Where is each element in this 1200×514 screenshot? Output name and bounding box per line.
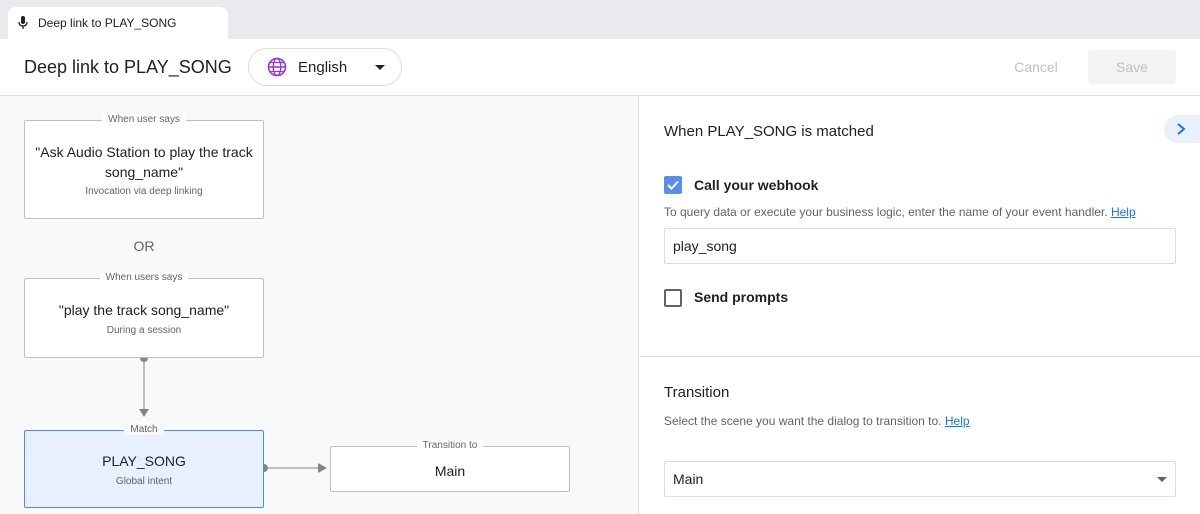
transition-node[interactable]: Transition to Main bbox=[330, 440, 570, 492]
trigger-node-session[interactable]: When users says "play the track song_nam… bbox=[24, 272, 264, 358]
cancel-button[interactable]: Cancel bbox=[996, 50, 1076, 84]
save-button[interactable]: Save bbox=[1088, 50, 1176, 84]
node-subtext: Invocation via deep linking bbox=[85, 186, 203, 197]
flow-canvas[interactable]: When user says "Ask Audio Station to pla… bbox=[0, 96, 639, 514]
globe-icon bbox=[267, 57, 287, 77]
transition-help-link[interactable]: Help bbox=[945, 414, 970, 428]
checkmark-icon bbox=[667, 180, 679, 190]
chevron-down-icon bbox=[375, 65, 385, 70]
trigger-node-deep-link[interactable]: When user says "Ask Audio Station to pla… bbox=[24, 114, 264, 219]
node-caption: When users says bbox=[99, 272, 189, 283]
transition-select[interactable]: Main bbox=[664, 461, 1176, 497]
collapse-panel-button[interactable] bbox=[1164, 115, 1200, 143]
webhook-label: Call your webhook bbox=[694, 177, 819, 193]
transition-heading: Transition bbox=[664, 384, 730, 401]
node-text: Main bbox=[434, 463, 466, 479]
microphone-icon bbox=[18, 16, 28, 29]
node-subtext: During a session bbox=[106, 325, 182, 336]
webhook-checkbox[interactable] bbox=[664, 176, 682, 194]
node-caption: When user says bbox=[102, 114, 186, 125]
properties-panel: When PLAY_SONG is matched Call your webh… bbox=[640, 96, 1200, 514]
transition-hint: Select the scene you want the dialog to … bbox=[664, 414, 970, 428]
tab-label: Deep link to PLAY_SONG bbox=[38, 16, 177, 30]
node-caption: Match bbox=[124, 424, 164, 435]
language-label: English bbox=[298, 59, 348, 76]
node-subtext: Global intent bbox=[115, 476, 173, 487]
node-caption: Transition to bbox=[416, 440, 484, 451]
tab-deep-link[interactable]: Deep link to PLAY_SONG bbox=[8, 7, 228, 39]
page-title: Deep link to PLAY_SONG bbox=[24, 57, 232, 77]
section-divider bbox=[640, 356, 1200, 357]
node-text: PLAY_SONG bbox=[102, 453, 186, 469]
send-prompts-checkbox[interactable] bbox=[664, 289, 682, 307]
webhook-hint-text: To query data or execute your business l… bbox=[664, 205, 1108, 219]
or-separator: OR bbox=[133, 238, 155, 254]
node-text: "Ask Audio Station to play the track son… bbox=[35, 144, 253, 180]
chevron-right-icon bbox=[1177, 123, 1186, 135]
dropdown-arrow-icon bbox=[1157, 477, 1167, 482]
tab-bar: Deep link to PLAY_SONG bbox=[0, 0, 1200, 39]
transition-select-value: Main bbox=[673, 471, 704, 487]
node-text: "play the track song_name" bbox=[58, 302, 230, 318]
language-selector[interactable]: English bbox=[248, 48, 402, 86]
transition-hint-text: Select the scene you want the dialog to … bbox=[664, 414, 942, 428]
panel-heading: When PLAY_SONG is matched bbox=[664, 123, 874, 140]
event-handler-input[interactable]: play_song bbox=[664, 228, 1176, 264]
webhook-hint: To query data or execute your business l… bbox=[664, 205, 1136, 219]
header: Deep link to PLAY_SONG English Cancel Sa… bbox=[0, 39, 1200, 96]
webhook-help-link[interactable]: Help bbox=[1111, 205, 1136, 219]
send-prompts-label: Send prompts bbox=[694, 289, 789, 305]
match-node[interactable]: Match PLAY_SONG Global intent bbox=[24, 424, 264, 508]
